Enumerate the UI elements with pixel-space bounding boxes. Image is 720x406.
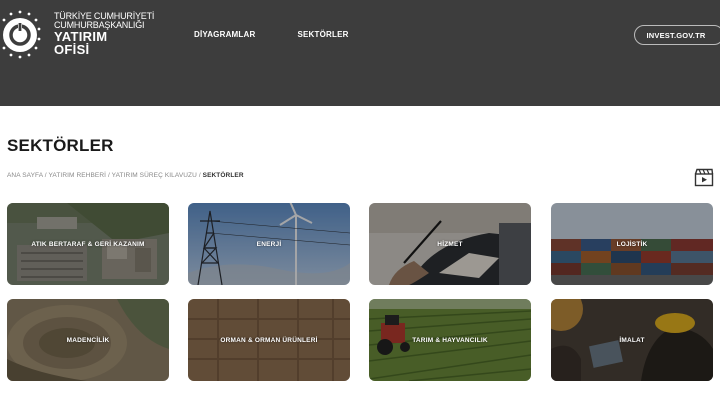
breadcrumb-investment-guide[interactable]: YATIRIM REHBERİ <box>48 172 106 179</box>
sector-card-label: TARIM & HAYVANCILIK <box>412 336 488 344</box>
breadcrumb-current: SEKTÖRLER <box>202 172 244 179</box>
sector-card-label: İMALAT <box>619 336 645 344</box>
sector-card-label: HİZMET <box>437 240 463 248</box>
invest-gov-tr-button[interactable]: INVEST.GOV.TR <box>634 25 720 45</box>
sector-card-waste[interactable]: ATIK BERTARAF & GERİ KAZANIM <box>7 203 169 285</box>
page-title: SEKTÖRLER <box>7 136 114 155</box>
sector-card-agriculture[interactable]: TARIM & HAYVANCILIK <box>369 299 531 381</box>
sector-card-mining[interactable]: MADENCİLİK <box>7 299 169 381</box>
breadcrumb: ANA SAYFA / YATIRIM REHBERİ / YATIRIM SÜ… <box>7 172 244 179</box>
sector-card-label: MADENCİLİK <box>66 336 110 344</box>
sector-card-logistics[interactable]: LOJİSTİK <box>551 203 713 285</box>
sector-card-manufacturing[interactable]: İMALAT <box>551 299 713 381</box>
sector-card-label: LOJİSTİK <box>616 240 648 248</box>
breadcrumb-process-guide[interactable]: YATIRIM SÜREÇ KILAVUZU <box>112 172 197 179</box>
nav-item-sectors[interactable]: SEKTÖRLER <box>297 30 348 39</box>
nav-item-diagrams[interactable]: DİYAGRAMLAR <box>194 30 255 39</box>
main-nav: DİYAGRAMLAR SEKTÖRLER <box>194 30 349 39</box>
sector-card-label: ENERJİ <box>256 240 282 248</box>
sector-card-label: ORMAN & ORMAN ÜRÜNLERİ <box>220 336 318 344</box>
logo-text[interactable]: TÜRKİYE CUMHURİYETİ CUMHURBAŞKANLIĞI YAT… <box>54 12 154 57</box>
investment-office-logo-icon[interactable] <box>0 4 48 66</box>
site-header: TÜRKİYE CUMHURİYETİ CUMHURBAŞKANLIĞI YAT… <box>0 0 720 106</box>
sector-card-energy[interactable]: ENERJİ <box>188 203 350 285</box>
logo-line-4: OFİSİ <box>54 42 90 57</box>
sector-card-label: ATIK BERTARAF & GERİ KAZANIM <box>31 240 145 248</box>
sector-card-service[interactable]: HİZMET <box>369 203 531 285</box>
breadcrumb-home[interactable]: ANA SAYFA <box>7 172 43 179</box>
sector-card-forestry[interactable]: ORMAN & ORMAN ÜRÜNLERİ <box>188 299 350 381</box>
clapperboard-icon[interactable] <box>694 167 714 187</box>
